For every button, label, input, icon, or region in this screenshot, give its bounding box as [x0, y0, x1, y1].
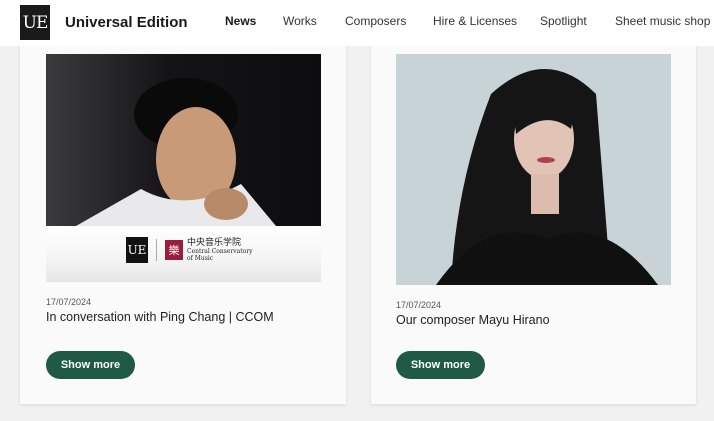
ccom-logo-text: 中央音乐学院 Central Conservatory of Music: [187, 238, 257, 262]
nav-item-sheet-music-shop[interactable]: Sheet music shop: [615, 14, 710, 28]
site-header: UE Universal Edition News Works Composer…: [0, 0, 714, 46]
news-date: 17/07/2024: [396, 300, 442, 310]
show-more-button[interactable]: Show more: [46, 351, 135, 379]
news-image[interactable]: [396, 54, 671, 285]
ccom-english-name: Central Conservatory of Music: [187, 248, 253, 262]
nav-item-spotlight[interactable]: Spotlight: [540, 14, 587, 28]
news-card[interactable]: 17/07/2024 Our composer Mayu Hirano Show…: [371, 30, 696, 404]
portrait-photo: [46, 54, 321, 226]
news-image[interactable]: UE 樂 中央音乐学院 Central Conservatory of Musi…: [46, 54, 321, 282]
news-card[interactable]: UE 樂 中央音乐学院 Central Conservatory of Musi…: [20, 30, 346, 404]
news-title[interactable]: In conversation with Ping Chang | CCOM: [46, 310, 274, 324]
show-more-button[interactable]: Show more: [396, 351, 485, 379]
ue-mini-logo: UE: [126, 237, 148, 263]
ccom-seal-icon: 樂: [165, 240, 183, 260]
nav-item-hire-licenses[interactable]: Hire & Licenses: [433, 14, 517, 28]
news-title[interactable]: Our composer Mayu Hirano: [396, 313, 550, 327]
news-date: 17/07/2024: [46, 297, 92, 307]
portrait-figure: [76, 78, 276, 226]
partner-logos-band: UE 樂 中央音乐学院 Central Conservatory of Musi…: [46, 226, 321, 282]
logo-divider: [156, 239, 157, 261]
portrait-figure: [436, 69, 658, 285]
ccom-chinese-name: 中央音乐学院: [187, 238, 242, 248]
main-nav: News Works Composers Hire & Licenses Spo…: [0, 14, 714, 32]
nav-item-composers[interactable]: Composers: [345, 14, 406, 28]
nav-item-news[interactable]: News: [225, 14, 256, 28]
nav-item-works[interactable]: Works: [283, 14, 317, 28]
